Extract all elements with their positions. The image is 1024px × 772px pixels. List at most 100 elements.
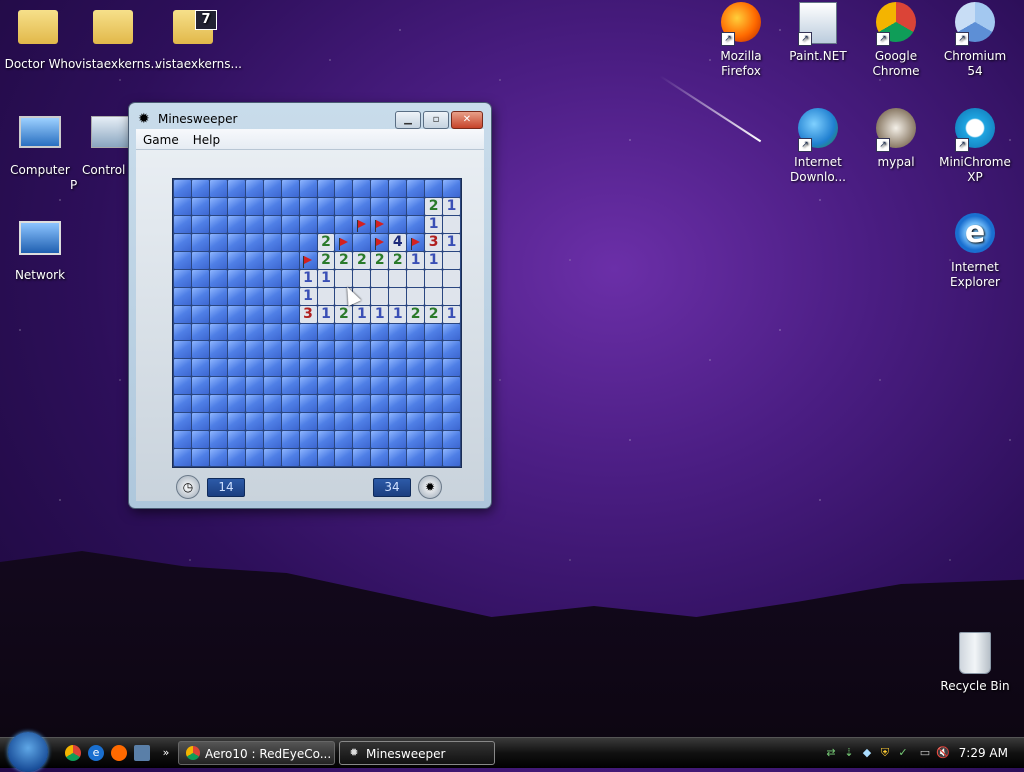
cell-empty[interactable] [371,287,389,305]
cell-covered[interactable] [245,431,263,449]
cell-covered[interactable] [353,413,371,431]
cell-covered[interactable] [407,341,425,359]
cell-empty[interactable] [443,287,460,305]
cell-covered[interactable] [263,395,281,413]
cell-covered[interactable] [317,359,335,377]
cell-covered[interactable] [407,180,425,197]
cell-covered[interactable] [407,431,425,449]
clock[interactable]: 7:29 AM [959,746,1008,760]
cell-covered[interactable] [174,323,191,341]
cell-number[interactable]: 1 [443,233,460,251]
cell-flag[interactable] [407,233,425,251]
cell-covered[interactable] [245,215,263,233]
cell-covered[interactable] [263,287,281,305]
cell-covered[interactable] [389,215,407,233]
cell-covered[interactable] [209,341,227,359]
cell-covered[interactable] [227,359,245,377]
cell-empty[interactable] [443,215,460,233]
cell-covered[interactable] [191,449,209,466]
cell-covered[interactable] [299,359,317,377]
cell-covered[interactable] [209,359,227,377]
cell-covered[interactable] [389,180,407,197]
cell-covered[interactable] [443,449,460,466]
cell-covered[interactable] [209,233,227,251]
cell-covered[interactable] [227,287,245,305]
cell-covered[interactable] [353,395,371,413]
cell-covered[interactable] [191,413,209,431]
cell-covered[interactable] [425,431,443,449]
cell-covered[interactable] [389,431,407,449]
cell-covered[interactable] [281,197,299,215]
cell-covered[interactable] [191,197,209,215]
cell-covered[interactable] [227,323,245,341]
cell-covered[interactable] [263,233,281,251]
cell-number[interactable]: 2 [317,251,335,269]
cell-covered[interactable] [227,377,245,395]
desktop-icon-paintnet[interactable]: ↗ Paint.NET [778,2,858,64]
cell-covered[interactable] [263,269,281,287]
cell-covered[interactable] [371,377,389,395]
cell-covered[interactable] [425,359,443,377]
cell-empty[interactable] [389,287,407,305]
cell-covered[interactable] [209,449,227,466]
cell-covered[interactable] [407,215,425,233]
cell-covered[interactable] [174,287,191,305]
cell-covered[interactable] [281,251,299,269]
cell-covered[interactable] [174,180,191,197]
cell-covered[interactable] [371,413,389,431]
cell-covered[interactable] [335,215,353,233]
cell-covered[interactable] [209,215,227,233]
cell-covered[interactable] [353,197,371,215]
cell-covered[interactable] [389,377,407,395]
cell-covered[interactable] [191,431,209,449]
cell-covered[interactable] [209,431,227,449]
cell-number[interactable]: 1 [353,305,371,323]
cell-covered[interactable] [245,233,263,251]
cell-covered[interactable] [317,431,335,449]
cell-number[interactable]: 2 [353,251,371,269]
cell-covered[interactable] [443,359,460,377]
quicklaunch-firefox-icon[interactable] [111,745,127,761]
cell-covered[interactable] [174,413,191,431]
cell-covered[interactable] [245,323,263,341]
cell-empty[interactable] [317,287,335,305]
cell-covered[interactable] [317,395,335,413]
cell-covered[interactable] [335,341,353,359]
cell-covered[interactable] [335,180,353,197]
cell-covered[interactable] [191,287,209,305]
cell-covered[interactable] [353,449,371,466]
cell-covered[interactable] [407,413,425,431]
minefield[interactable]: 21124312222211111312111221 [172,178,462,468]
cell-covered[interactable] [371,449,389,466]
cell-covered[interactable] [227,413,245,431]
cell-covered[interactable] [443,431,460,449]
cell-covered[interactable] [425,395,443,413]
cell-covered[interactable] [425,413,443,431]
cell-number[interactable]: 1 [443,197,460,215]
desktop-icon-recycle-bin[interactable]: Recycle Bin [935,632,1015,694]
cell-covered[interactable] [174,341,191,359]
cell-covered[interactable] [425,449,443,466]
cell-covered[interactable] [263,341,281,359]
cell-covered[interactable] [335,323,353,341]
cell-covered[interactable] [353,341,371,359]
cell-covered[interactable] [389,413,407,431]
cell-covered[interactable] [389,359,407,377]
cell-covered[interactable] [209,413,227,431]
cell-covered[interactable] [227,215,245,233]
cell-number[interactable]: 1 [317,305,335,323]
cell-covered[interactable] [209,395,227,413]
cell-covered[interactable] [245,359,263,377]
cell-covered[interactable] [191,305,209,323]
cell-covered[interactable] [407,395,425,413]
cell-covered[interactable] [353,233,371,251]
cell-covered[interactable] [281,449,299,466]
cell-covered[interactable] [281,305,299,323]
desktop-icon-chromium[interactable]: ↗ Chromium 54 [935,2,1015,79]
desktop-icon-control-panel[interactable]: Control P [70,110,128,193]
cell-covered[interactable] [191,215,209,233]
cell-covered[interactable] [191,359,209,377]
desktop-icon-internet-download[interactable]: ↗ Internet Downlo... [778,108,858,185]
cell-covered[interactable] [281,377,299,395]
cell-number[interactable]: 2 [335,305,353,323]
